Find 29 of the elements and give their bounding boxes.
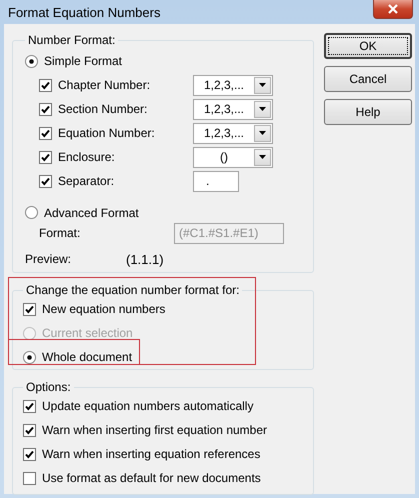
radio-label: Advanced Format — [44, 206, 139, 220]
dialog-button[interactable]: OK — [324, 33, 412, 59]
radio-label: Whole document — [42, 350, 132, 364]
checkbox-label: New equation numbers — [42, 302, 166, 316]
preview-value: (1.1.1) — [126, 252, 164, 266]
checkbox-label: Use format as default for new documents — [42, 471, 261, 485]
group-label: Number Format: — [27, 33, 116, 47]
field-label: Format: — [39, 226, 82, 240]
preview-label: Preview: — [25, 252, 72, 266]
radio-label: Simple Format — [44, 54, 122, 68]
checkbox-label: Separator: — [58, 174, 116, 188]
dialog-button[interactable]: Help — [324, 99, 412, 125]
group-label: Options: — [25, 380, 72, 394]
checkbox-label: Chapter Number: — [58, 78, 152, 92]
window-title: Format Equation Numbers — [8, 4, 160, 20]
checkbox-label: Update equation numbers automatically — [42, 399, 254, 413]
checkbox-label: Enclosure: — [58, 150, 116, 164]
dropdown[interactable]: 1,2,3,... — [193, 98, 273, 120]
checkbox-label: Warn when inserting equation references — [42, 447, 260, 461]
checkbox-label: Section Number: — [58, 102, 148, 116]
checkbox-label: Equation Number: — [58, 126, 156, 140]
radio-label: Current selection — [42, 326, 133, 340]
dropdown[interactable]: () — [193, 146, 273, 168]
dropdown[interactable]: 1,2,3,... — [193, 74, 273, 96]
text-field[interactable]: . — [193, 170, 239, 192]
group-label: Change the equation number format for: — [25, 283, 240, 297]
dropdown[interactable]: 1,2,3,... — [193, 122, 273, 144]
dialog-button[interactable]: Cancel — [324, 66, 412, 92]
checkbox-label: Warn when inserting first equation number — [42, 423, 267, 437]
